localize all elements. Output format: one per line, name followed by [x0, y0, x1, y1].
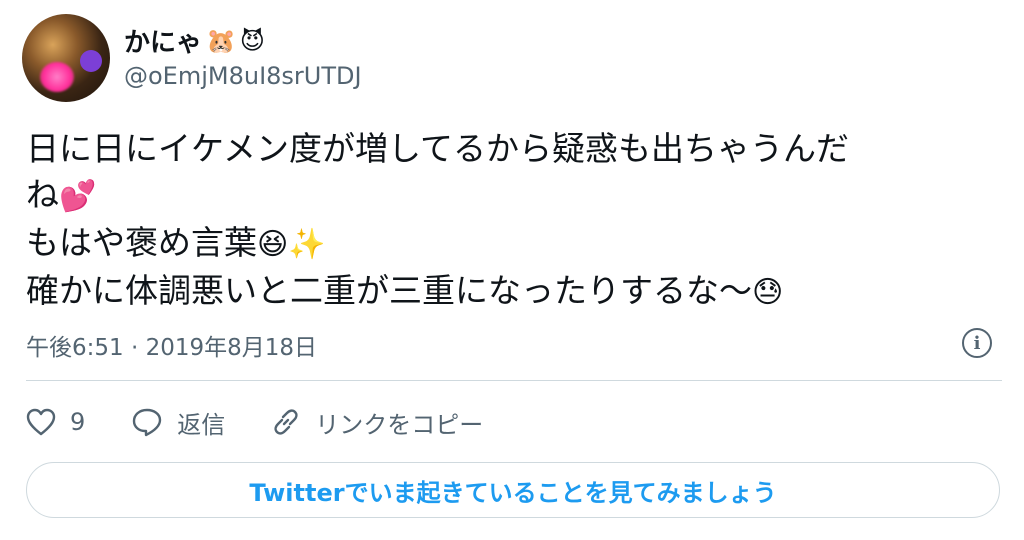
devil-emoji-icon: 😈: [239, 26, 265, 55]
tweet-line-text: もはや褒め言葉: [26, 223, 257, 262]
author-name-line: かにゃ 🐹 😈: [124, 22, 265, 59]
author-name[interactable]: かにゃ: [124, 22, 202, 59]
tweet-line: 日に日にイケメン度が増してるから疑惑も出ちゃうんだ: [26, 126, 986, 172]
tweet-line: 確かに体調悪いと二重が三重になったりするな〜😓: [26, 268, 986, 316]
reply-label: 返信: [177, 410, 226, 439]
link-icon: [274, 409, 298, 435]
tweet-line-text: 確かに体調悪いと二重が三重になったりするな〜: [26, 271, 752, 310]
copy-link-button[interactable]: リンクをコピー: [271, 405, 483, 440]
author-avatar[interactable]: [22, 14, 110, 102]
avatar-heart-decoration: [40, 62, 74, 92]
tweet-text: 日に日にイケメン度が増してるから疑惑も出ちゃうんだ ね💕 もはや褒め言葉😆✨ 確…: [26, 126, 986, 316]
explore-twitter-button[interactable]: Twitterでいま起きていることを見てみましょう: [26, 462, 1000, 518]
author-handle[interactable]: @oEmjM8uI8srUTDJ: [124, 62, 362, 90]
like-button[interactable]: 9: [26, 408, 85, 436]
speech-bubble-icon: [133, 408, 162, 437]
laughing-sparkles-emoji-icon: 😆✨: [257, 227, 326, 262]
avatar-devil-decoration: [80, 50, 102, 72]
copy-link-label: リンクをコピー: [315, 410, 484, 439]
tweet-line: もはや褒め言葉😆✨: [26, 220, 986, 268]
divider: [26, 380, 1002, 381]
action-bar: 9 返信 リンクをコピー: [26, 402, 529, 442]
heart-icon: [26, 408, 56, 436]
tweet-line-text: 日に日にイケメン度が増してるから疑惑も出ちゃうんだ: [26, 129, 850, 168]
tweet-line: ね💕: [26, 172, 986, 220]
info-icon[interactable]: i: [962, 328, 992, 358]
tweet-line-text: ね: [26, 175, 59, 214]
hamster-emoji-icon: 🐹: [206, 26, 236, 55]
reply-button[interactable]: 返信: [131, 405, 225, 440]
tweet-timestamp[interactable]: 午後6:51 · 2019年8月18日: [26, 328, 317, 362]
explore-twitter-label: Twitterでいま起きていることを見てみましょう: [249, 478, 777, 507]
two-hearts-emoji-icon: 💕: [59, 179, 97, 214]
like-count: 9: [70, 408, 86, 436]
sweat-emoji-icon: 😓: [752, 275, 784, 310]
